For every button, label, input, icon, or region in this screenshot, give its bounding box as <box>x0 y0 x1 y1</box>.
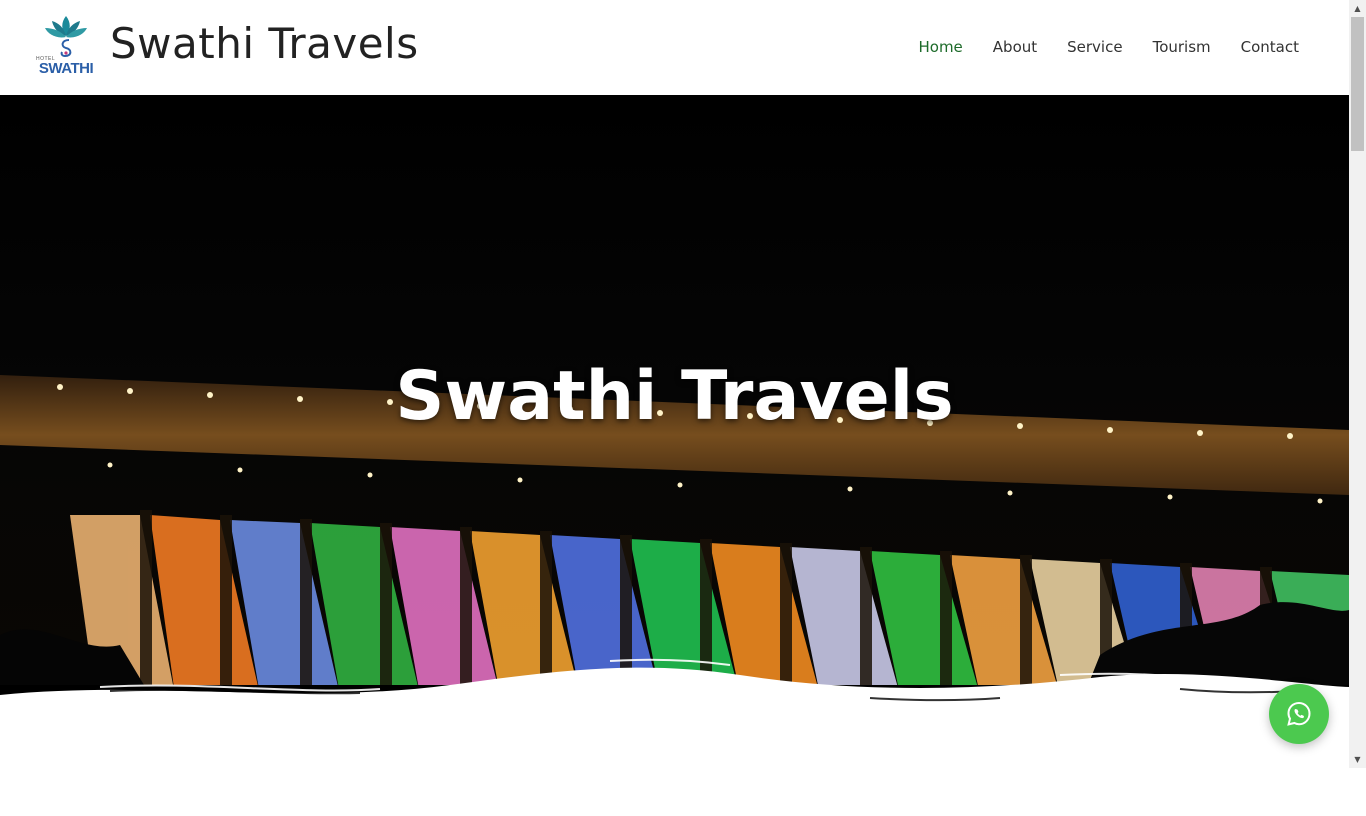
nav-home[interactable]: Home <box>918 38 962 56</box>
scroll-down-arrow-icon[interactable]: ▼ <box>1349 751 1366 768</box>
page-scrollbar[interactable]: ▲ ▼ <box>1349 0 1366 768</box>
hero-banner: Swathi Travels <box>0 95 1349 816</box>
brand[interactable]: HOTEL SWATHI <box>35 12 97 80</box>
scroll-up-arrow-icon[interactable]: ▲ <box>1349 0 1366 17</box>
site-header: HOTEL SWATHI Swathi Travels Home About S… <box>0 0 1349 95</box>
whatsapp-button[interactable] <box>1269 684 1329 744</box>
site-title[interactable]: Swathi Travels <box>110 19 419 68</box>
dam-night-lights-image <box>0 95 1349 816</box>
nav-contact[interactable]: Contact <box>1241 38 1299 56</box>
logo-name-text: SWATHI <box>38 60 94 77</box>
logo[interactable]: HOTEL SWATHI <box>35 12 97 80</box>
whatsapp-icon <box>1287 701 1311 726</box>
nav-about[interactable]: About <box>993 38 1037 56</box>
nav-tourism[interactable]: Tourism <box>1153 38 1211 56</box>
nav-service[interactable]: Service <box>1067 38 1122 56</box>
hero-title: Swathi Travels <box>395 357 954 436</box>
scroll-thumb[interactable] <box>1351 17 1364 151</box>
main-nav: Home About Service Tourism Contact <box>918 38 1299 56</box>
